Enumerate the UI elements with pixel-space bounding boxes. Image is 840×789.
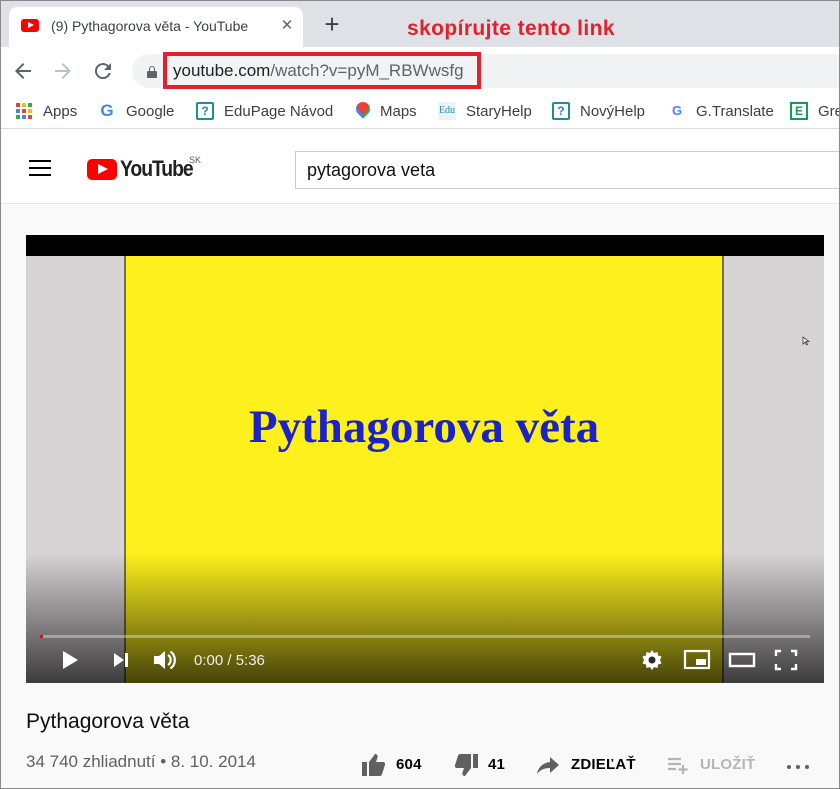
lock-icon[interactable] [147,66,157,78]
e-icon: E [790,102,808,120]
video-meta: 34 740 zhliadnutí • 8. 10. 2014 [26,752,256,771]
progress-played [40,635,44,638]
thumbs-down-icon [454,754,478,776]
share-label: ZDIEĽAŤ [571,756,636,773]
like-button[interactable]: 604 [361,751,427,779]
mouse-cursor-icon [802,336,810,346]
help-icon: ? [196,102,214,120]
youtube-wordmark[interactable]: YouTube [120,156,194,182]
arrow-left-icon [15,63,31,79]
gear-icon [642,650,662,670]
youtube-logo-icon[interactable] [87,159,117,180]
youtube-favicon-icon [21,19,39,32]
next-button[interactable] [111,647,131,673]
menu-icon[interactable] [29,160,53,178]
playlist-add-icon [668,757,688,774]
save-label: ULOŽIŤ [700,756,756,773]
volume-button[interactable] [152,647,178,673]
browser-window: (9) Pythagorova věta - YouTube ✕ + skopí… [0,0,840,789]
share-button[interactable]: ZDIEĽAŤ [536,751,640,779]
volume-icon [154,650,176,670]
country-code: SK [189,155,202,165]
share-icon [537,757,559,774]
play-icon [63,651,78,669]
translate-icon: G [671,103,683,118]
fullscreen-icon [774,649,798,671]
tab-title: (9) Pythagorova věta - YouTube [51,18,249,34]
bookmark-label: Google [126,103,175,120]
next-icon [114,653,128,667]
youtube-header: YouTube SK pytagorova veta [1,130,839,204]
bookmarks-bar: Apps G Google ? EduPage Návod Maps Edu S… [1,95,839,129]
forward-button[interactable] [51,59,75,83]
edu-icon: Edu [438,102,456,120]
time-display: 0:00 / 5:36 [194,652,265,669]
address-bar[interactable]: youtube.com/watch?v=pyM_RBWwsfg [132,52,839,89]
video-player[interactable]: Pythagorova věta 0:00 / 5:36 [26,235,824,683]
theater-mode-icon [728,652,756,668]
apps-icon [15,102,33,120]
bookmark-label: Maps [380,103,417,120]
save-button[interactable]: ULOŽIŤ [666,751,758,779]
reload-icon [94,63,111,80]
search-value: pytagorova veta [307,160,436,180]
dislike-count: 41 [488,756,506,773]
bookmark-label: StaryHelp [466,103,532,120]
slide-title: Pythagorova věta [248,401,600,453]
browser-tab[interactable]: (9) Pythagorova věta - YouTube ✕ [9,7,303,47]
maps-icon [352,102,370,120]
tab-close-icon[interactable]: ✕ [277,16,297,36]
arrow-right-icon [55,63,71,79]
help-icon: ? [552,102,570,120]
theater-mode-button[interactable] [728,647,756,673]
google-icon: G [100,101,114,120]
search-input[interactable]: pytagorova veta [295,151,839,189]
miniplayer-button[interactable] [683,647,711,673]
bookmark-label: NovýHelp [580,103,646,120]
progress-bar[interactable] [40,635,810,638]
bookmark-label: G.Translate [696,103,774,120]
video-title: Pythagorova věta [26,710,190,733]
reload-button[interactable] [91,59,115,83]
fullscreen-button[interactable] [774,647,798,673]
bookmark-maps[interactable]: Maps [352,102,417,122]
url-highlight-box [163,52,481,89]
bookmark-label: EduPage Návod [224,103,334,120]
settings-button[interactable] [640,647,664,673]
annotation-text: skopírujte tento link [407,17,615,40]
like-count: 604 [396,756,422,773]
new-tab-button[interactable]: + [319,11,345,38]
tab-strip: (9) Pythagorova věta - YouTube ✕ + skopí… [1,1,839,47]
back-button[interactable] [11,59,35,83]
browser-toolbar: youtube.com/watch?v=pyM_RBWwsfg [1,47,839,95]
bookmark-label: Apps [43,103,78,120]
bookmark-label: Gre [818,103,839,120]
play-button[interactable] [60,647,80,673]
miniplayer-icon [683,649,711,670]
dislike-button[interactable]: 41 [453,751,509,779]
more-options-icon[interactable] [787,765,811,771]
thumbs-up-icon [362,754,386,776]
